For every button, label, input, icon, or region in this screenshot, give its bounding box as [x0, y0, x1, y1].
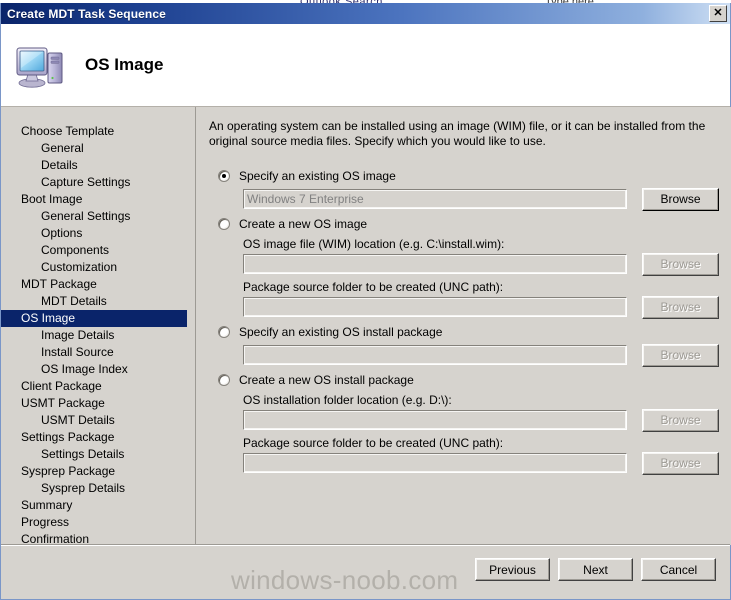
radio-create-new-os-install-package[interactable] — [218, 374, 230, 386]
browse-button-package-source-folder-2: Browse — [642, 451, 719, 475]
footer-button-group: Previous Next Cancel — [475, 558, 716, 581]
sidebar-item-sysprep-details[interactable]: Sysprep Details — [1, 480, 187, 497]
option-block-existing-os-install-package: Specify an existing OS install package Br… — [209, 323, 719, 367]
radio-row-existing-os-image[interactable]: Specify an existing OS image — [209, 167, 719, 185]
sidebar-item-customization[interactable]: Customization — [1, 259, 187, 276]
sidebar-item-image-details[interactable]: Image Details — [1, 327, 187, 344]
input-os-installation-folder[interactable] — [243, 410, 627, 430]
field-caption-wim-location: OS image file (WIM) location (e.g. C:\in… — [243, 237, 505, 251]
radio-label-create-new-os-install-package: Create a new OS install package — [239, 373, 414, 387]
browse-button-package-source-folder-1: Browse — [642, 295, 719, 319]
radio-row-create-new-os-install-package[interactable]: Create a new OS install package — [209, 371, 719, 389]
close-icon[interactable]: ✕ — [709, 5, 727, 22]
radio-row-create-new-os-image[interactable]: Create a new OS image — [209, 215, 719, 233]
field-row-package-source-folder-2: Browse — [243, 451, 719, 475]
sidebar-item-components[interactable]: Components — [1, 242, 187, 259]
sidebar-item-install-source[interactable]: Install Source — [1, 344, 187, 361]
field-row-existing-os-image-path: Windows 7 Enterprise Browse — [243, 187, 719, 211]
title-bar: Create MDT Task Sequence ✕ — [1, 3, 730, 24]
sidebar-item-general-settings[interactable]: General Settings — [1, 208, 187, 225]
input-existing-install-package-path[interactable] — [243, 345, 627, 365]
radio-row-existing-os-install-package[interactable]: Specify an existing OS install package — [209, 323, 719, 341]
sidebar-item-client-package[interactable]: Client Package — [1, 378, 187, 395]
browse-button-os-installation-folder: Browse — [642, 408, 719, 432]
cancel-button[interactable]: Cancel — [641, 558, 716, 581]
browse-button-wim-location: Browse — [642, 252, 719, 276]
radio-existing-os-install-package[interactable] — [218, 326, 230, 338]
field-row-package-source-folder-1: Browse — [243, 295, 719, 319]
option-block-create-new-os-image: Create a new OS image OS image file (WIM)… — [209, 215, 719, 319]
sidebar-item-options[interactable]: Options — [1, 225, 187, 242]
sidebar-item-settings-package[interactable]: Settings Package — [1, 429, 187, 446]
field-row-wim-location: Browse — [243, 252, 719, 276]
computer-monitor-icon — [15, 41, 67, 89]
sidebar-item-boot-image[interactable]: Boot Image — [1, 191, 187, 208]
sidebar-item-settings-details[interactable]: Settings Details — [1, 446, 187, 463]
sidebar-item-details[interactable]: Details — [1, 157, 187, 174]
sidebar-item-mdt-details[interactable]: MDT Details — [1, 293, 187, 310]
previous-button[interactable]: Previous — [475, 558, 550, 581]
radio-label-create-new-os-image: Create a new OS image — [239, 217, 368, 231]
sidebar-item-usmt-package[interactable]: USMT Package — [1, 395, 187, 412]
option-block-existing-os-image: Specify an existing OS image Windows 7 En… — [209, 167, 719, 211]
browse-button-existing-install-package-path: Browse — [642, 343, 719, 367]
page-title: OS Image — [85, 55, 164, 74]
create-mdt-task-sequence-dialog: Create MDT Task Sequence ✕ OS Image Choo… — [0, 3, 731, 600]
browse-button-existing-os-image-path[interactable]: Browse — [642, 187, 719, 211]
sidebar-item-choose-template[interactable]: Choose Template — [1, 123, 187, 140]
radio-create-new-os-image[interactable] — [218, 218, 230, 230]
sidebar-item-usmt-details[interactable]: USMT Details — [1, 412, 187, 429]
radio-existing-os-image[interactable] — [218, 170, 230, 182]
dialog-body: Choose Template General Details Capture Set… — [1, 107, 731, 546]
sidebar-item-capture-settings[interactable]: Capture Settings — [1, 174, 187, 191]
option-block-create-new-os-install-package: Create a new OS install package OS instal… — [209, 371, 719, 475]
input-package-source-folder-1[interactable] — [243, 297, 627, 317]
field-caption-package-source-folder-2: Package source folder to be created (UNC… — [243, 436, 504, 450]
radio-label-existing-os-image: Specify an existing OS image — [239, 169, 396, 183]
wizard-header: OS Image — [1, 24, 730, 107]
sidebar-item-summary[interactable]: Summary — [1, 497, 187, 514]
options-container: Specify an existing OS image Windows 7 En… — [209, 167, 719, 475]
dialog-footer: Previous Next Cancel — [1, 544, 730, 597]
sidebar-item-mdt-package[interactable]: MDT Package — [1, 276, 187, 293]
field-caption-os-installation-folder: OS installation folder location (e.g. D:… — [243, 393, 452, 407]
input-package-source-folder-2[interactable] — [243, 453, 627, 473]
main-panel: An operating system can be installed usi… — [196, 107, 731, 545]
input-wim-location[interactable] — [243, 254, 627, 274]
sidebar-item-os-image[interactable]: OS Image — [1, 310, 187, 327]
input-existing-os-image-path[interactable]: Windows 7 Enterprise — [243, 189, 627, 209]
sidebar-item-general[interactable]: General — [1, 140, 187, 157]
field-caption-package-source-folder-1: Package source folder to be created (UNC… — [243, 280, 504, 294]
sidebar-item-sysprep-package[interactable]: Sysprep Package — [1, 463, 187, 480]
window-title: Create MDT Task Sequence — [7, 6, 166, 21]
sidebar-item-os-image-index[interactable]: OS Image Index — [1, 361, 187, 378]
next-button[interactable]: Next — [558, 558, 633, 581]
radio-label-existing-os-install-package: Specify an existing OS install package — [239, 325, 443, 339]
intro-text: An operating system can be installed usi… — [209, 119, 706, 148]
sidebar-item-progress[interactable]: Progress — [1, 514, 187, 531]
field-row-existing-install-package-path: Browse — [243, 343, 719, 367]
wizard-steps-sidebar: Choose Template General Details Capture Set… — [1, 107, 196, 546]
field-row-os-installation-folder: Browse — [243, 408, 719, 432]
